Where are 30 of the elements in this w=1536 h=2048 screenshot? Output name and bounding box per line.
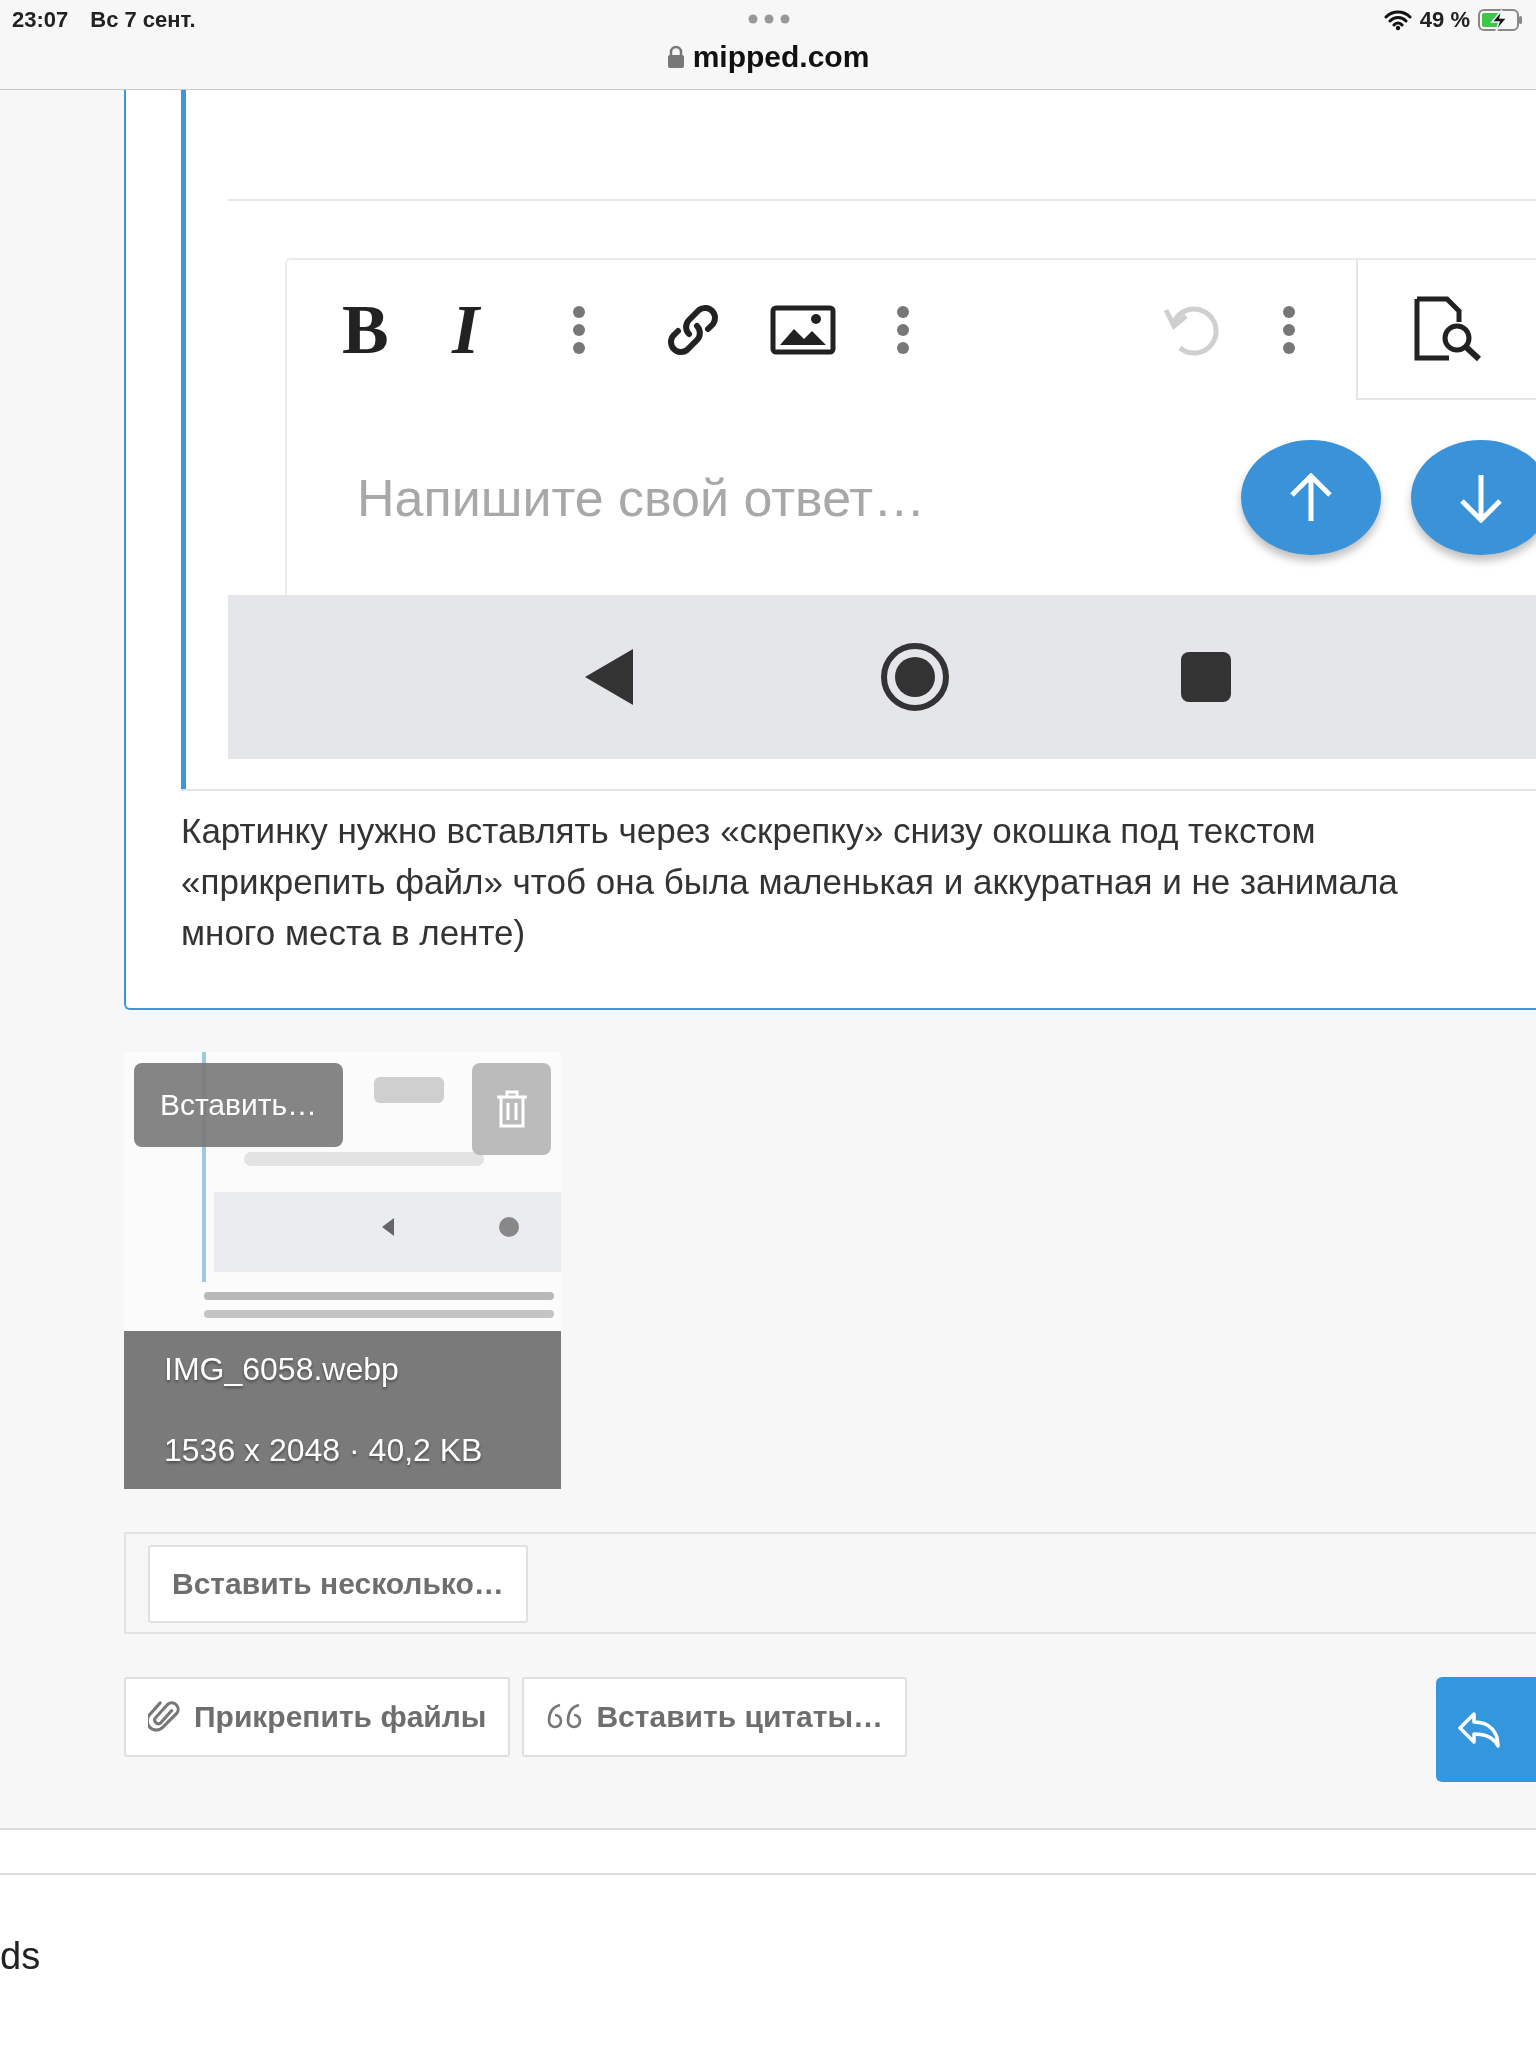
trash-icon — [494, 1089, 529, 1129]
reply-icon — [1456, 1709, 1502, 1750]
back-triangle-icon[interactable] — [583, 647, 635, 707]
square-icon[interactable] — [1180, 651, 1232, 703]
more-dots-icon — [748, 14, 790, 24]
footer-text: ds — [0, 1935, 42, 1978]
arrow-up-icon — [1288, 472, 1334, 523]
status-date: Вс 7 сент. — [90, 7, 196, 33]
message-text: Картинку нужно вставлять через «скрепку» снизу окошка под текстом «прикрепить файл» чтоб она была маленькая и аккуратная и не занимала много места в ленте) — [181, 810, 1399, 954]
attachment-filename: IMG_6058.webp — [164, 1351, 400, 1388]
image-icon[interactable] — [770, 305, 836, 355]
scroll-down-button[interactable] — [1411, 440, 1536, 555]
more-vertical-icon[interactable] — [896, 305, 910, 355]
insert-multiple-button[interactable]: Вставить несколько… — [148, 1545, 528, 1623]
bold-button[interactable]: B — [342, 290, 402, 370]
arrow-down-icon — [1458, 472, 1504, 523]
address-url[interactable]: mipped.com — [692, 40, 870, 74]
scroll-up-button[interactable] — [1241, 440, 1381, 555]
preview-icon[interactable] — [1413, 296, 1483, 362]
battery-percent: 49 % — [1419, 7, 1470, 33]
more-vertical-icon[interactable] — [572, 305, 586, 355]
insert-quotes-button[interactable]: Вставить цитаты… — [522, 1677, 908, 1757]
insert-button[interactable]: Вставить… — [134, 1063, 343, 1147]
home-circle-icon[interactable] — [880, 642, 950, 712]
status-time: 23:07 — [12, 7, 69, 33]
attachment-meta: 1536 x 2048 · 40,2 KB — [164, 1432, 484, 1469]
italic-button[interactable]: I — [452, 290, 492, 370]
attach-files-button[interactable]: Прикрепить файлы — [124, 1677, 511, 1757]
more-vertical-icon[interactable] — [1282, 305, 1296, 355]
wifi-icon — [1383, 9, 1412, 31]
